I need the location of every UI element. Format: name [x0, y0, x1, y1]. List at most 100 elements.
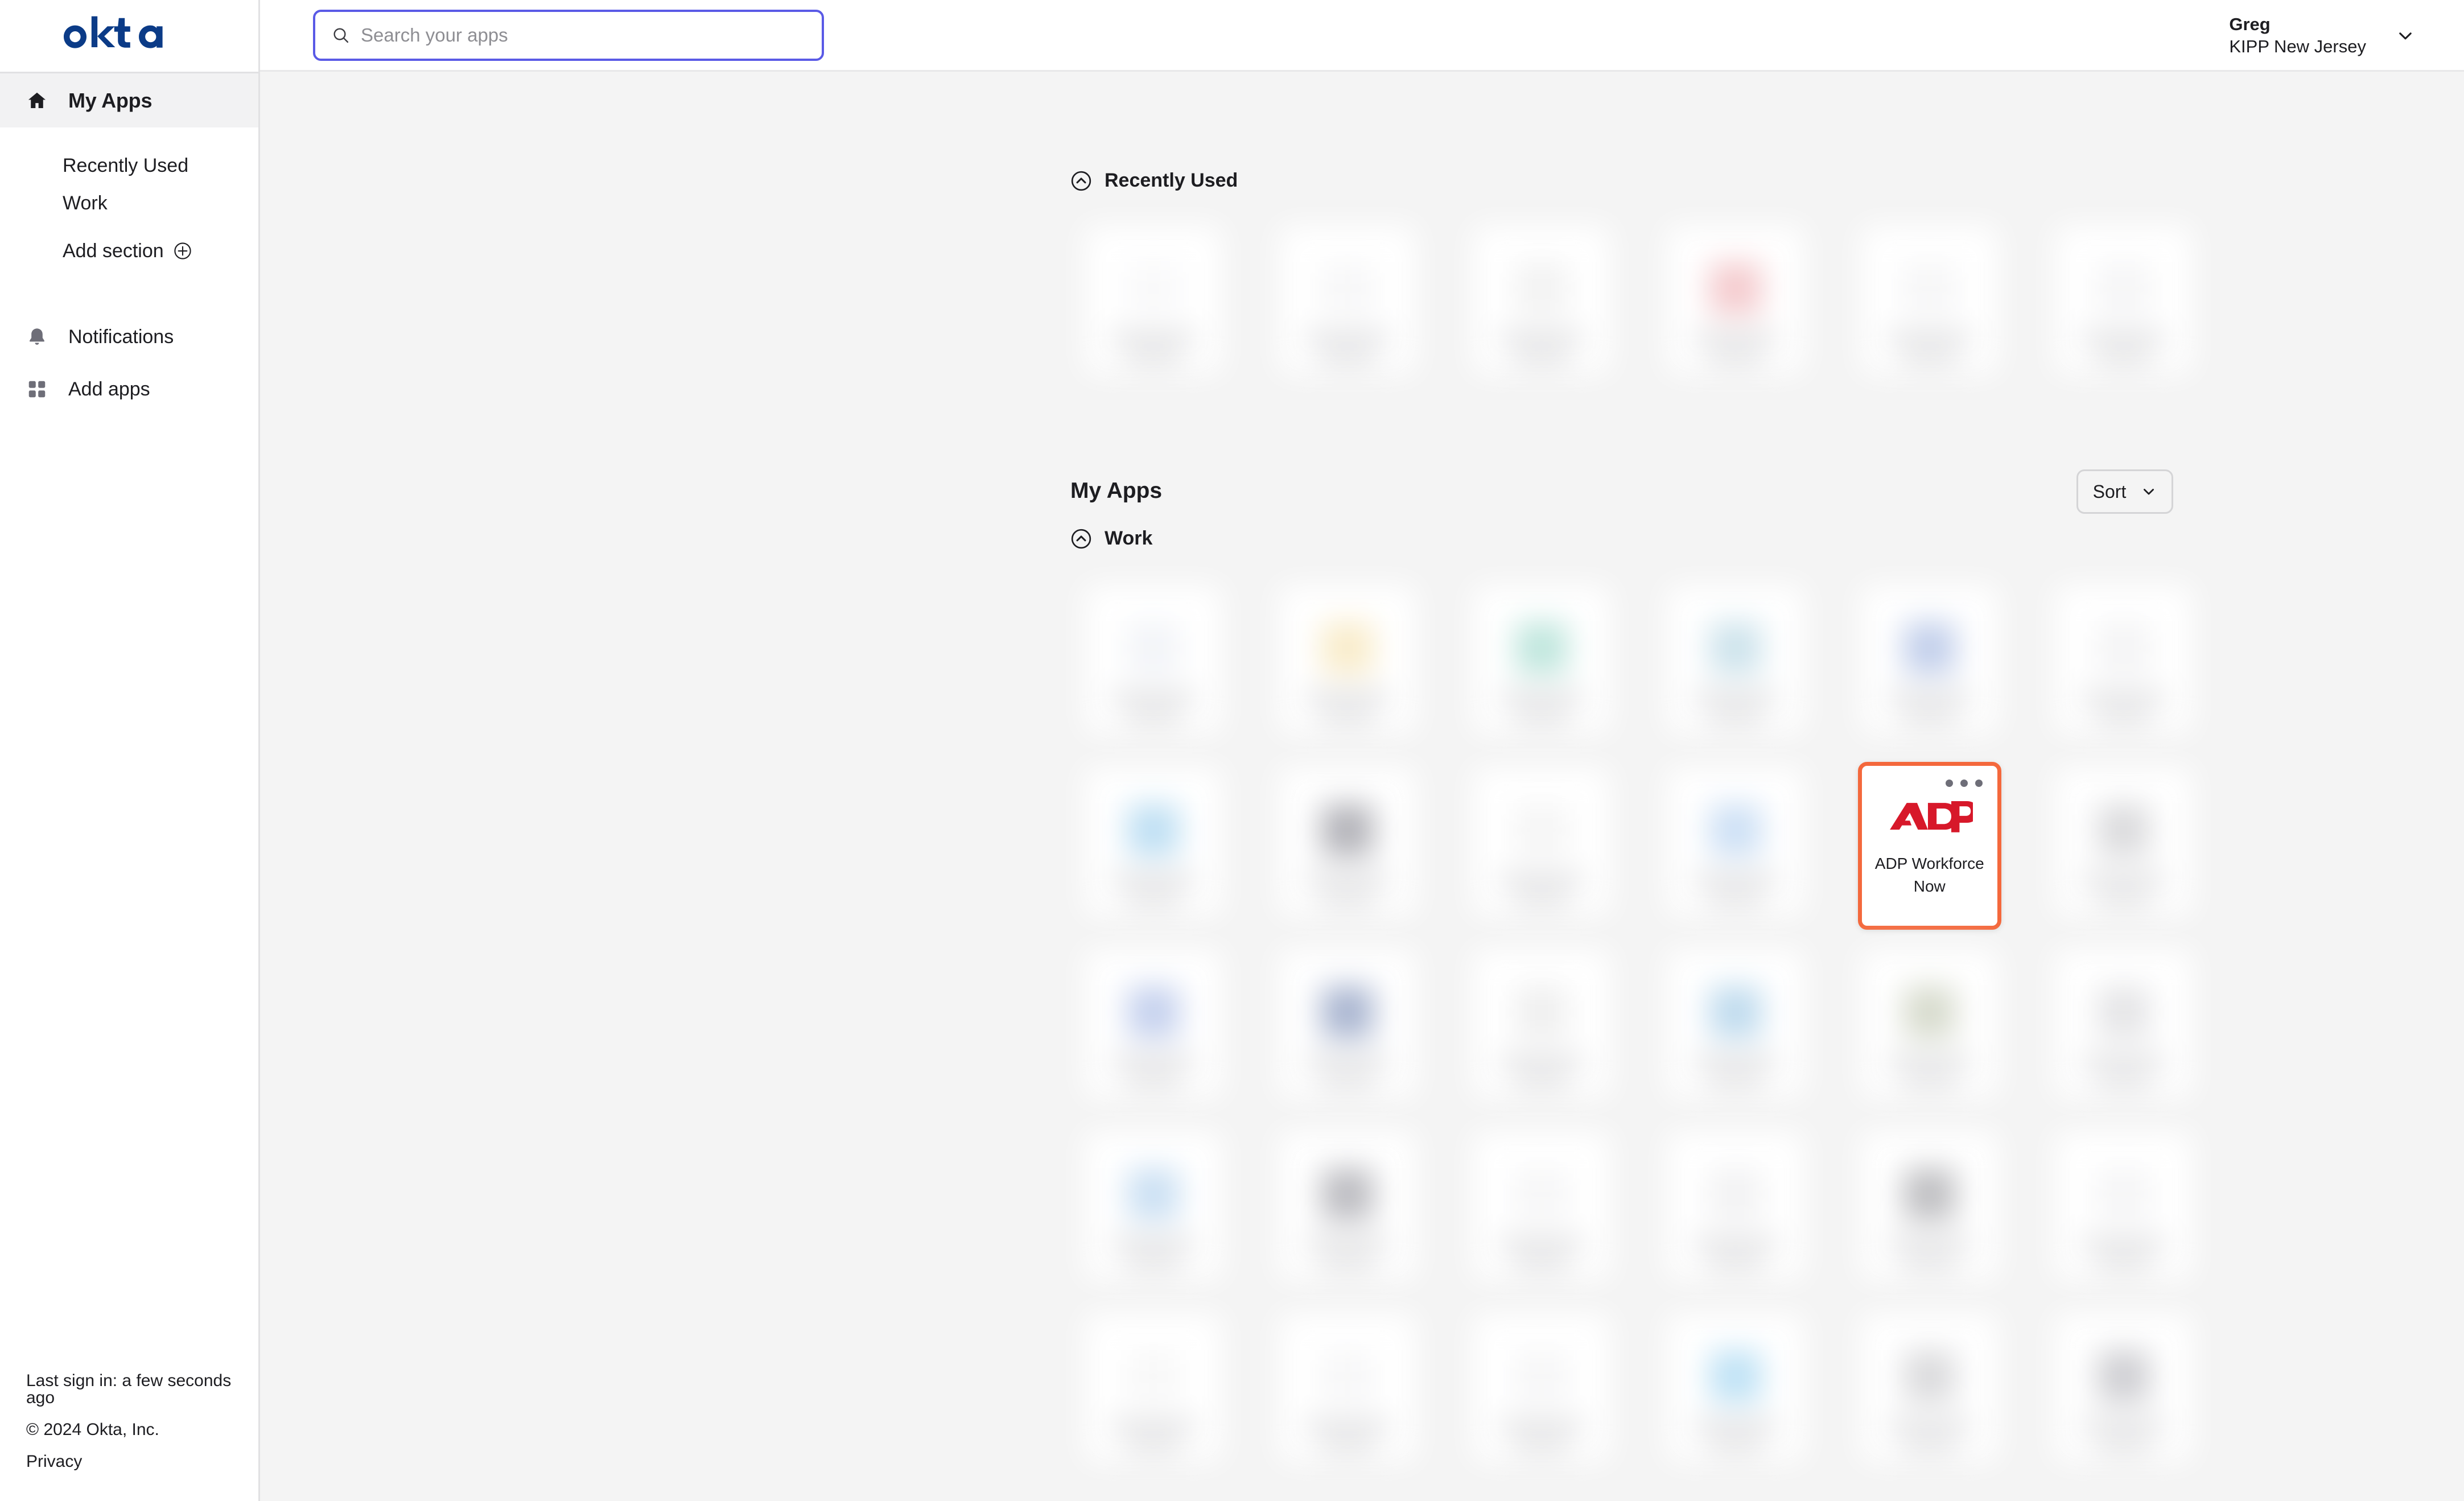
- app-tile-placeholder[interactable]: [1639, 1119, 1833, 1301]
- app-tile-card[interactable]: [1470, 580, 1613, 748]
- app-tile-placeholder[interactable]: [1832, 1301, 2026, 1483]
- app-tile-placeholder[interactable]: [1832, 572, 2026, 754]
- app-tile-placeholder[interactable]: [1639, 572, 1833, 754]
- app-tile-placeholder[interactable]: [2026, 1119, 2220, 1301]
- app-tile-card[interactable]: [1664, 944, 1807, 1112]
- app-tile-card[interactable]: [1082, 580, 1225, 748]
- app-tile-placeholder[interactable]: [2026, 213, 2220, 395]
- recently-used-section-header[interactable]: Recently Used: [1070, 170, 1238, 192]
- sort-button[interactable]: Sort: [2076, 469, 2173, 514]
- work-section-header[interactable]: Work: [1070, 527, 1152, 550]
- app-tile-card[interactable]: [2052, 1308, 2195, 1476]
- app-tile-placeholder[interactable]: [1057, 1301, 1251, 1483]
- app-tile-card[interactable]: [2052, 1126, 2195, 1294]
- sidebar-item-recently-used[interactable]: Recently Used: [0, 147, 258, 184]
- app-tile-placeholder[interactable]: [2026, 937, 2220, 1119]
- app-tile-card[interactable]: [1858, 944, 2001, 1112]
- app-tile-card[interactable]: [1664, 1126, 1807, 1294]
- app-tile-placeholder[interactable]: [1639, 937, 1833, 1119]
- ellipsis-icon[interactable]: [1945, 779, 1983, 787]
- app-tile-card[interactable]: [1470, 944, 1613, 1112]
- search-input[interactable]: [361, 24, 806, 46]
- app-tile-placeholder[interactable]: [1445, 213, 1639, 395]
- app-tile-placeholder[interactable]: [1251, 1301, 1445, 1483]
- app-tile-card[interactable]: [2052, 220, 2195, 388]
- app-tile-card[interactable]: [1858, 1126, 2001, 1294]
- app-tile-blur-layer: [1664, 1308, 1807, 1476]
- app-tile-card[interactable]: [1082, 1126, 1225, 1294]
- search-field-wrapper[interactable]: [313, 9, 824, 61]
- privacy-link[interactable]: Privacy: [26, 1453, 258, 1470]
- chevron-up-circle-icon[interactable]: [1070, 170, 1092, 192]
- app-tile-placeholder[interactable]: [1832, 213, 2026, 395]
- app-tile-placeholder[interactable]: [1445, 1119, 1639, 1301]
- app-tile-placeholder[interactable]: [1251, 1119, 1445, 1301]
- app-tile-blur-layer: [1664, 1126, 1807, 1294]
- app-tile-placeholder[interactable]: [1057, 213, 1251, 395]
- app-tile-placeholder[interactable]: [1445, 572, 1639, 754]
- sidebar-item-my-apps[interactable]: My Apps: [0, 72, 258, 127]
- app-tile-blur-layer: [2052, 944, 2195, 1112]
- app-tile-placeholder[interactable]: [1251, 754, 1445, 937]
- sidebar-item-work[interactable]: Work: [0, 184, 258, 222]
- apps-content: Recently Used My Apps Sort Work ADP Work…: [260, 72, 2464, 1501]
- app-tile-card[interactable]: [2052, 944, 2195, 1112]
- app-tile-blur-layer: [1276, 762, 1419, 930]
- app-tile-card[interactable]: [1858, 220, 2001, 388]
- app-tile-blur-layer: [1664, 580, 1807, 748]
- app-tile-card[interactable]: [1470, 762, 1613, 930]
- app-tile-blur-layer: [1082, 944, 1225, 1112]
- app-tile-adp-workforce-now[interactable]: ADP Workforce Now: [1832, 754, 2026, 937]
- sidebar-item-add-section[interactable]: Add section: [0, 232, 258, 270]
- sidebar-item-add-apps[interactable]: Add apps: [0, 363, 258, 415]
- app-tile-placeholder[interactable]: [2026, 754, 2220, 937]
- app-tile-placeholder[interactable]: [1445, 937, 1639, 1119]
- app-tile-placeholder[interactable]: [1832, 1119, 2026, 1301]
- app-tile-blur-layer: [1470, 220, 1613, 388]
- chevron-down-icon[interactable]: [2396, 26, 2415, 46]
- app-tile-card[interactable]: [1082, 944, 1225, 1112]
- app-tile-card[interactable]: [1276, 1126, 1419, 1294]
- app-tile-card[interactable]: [1276, 762, 1419, 930]
- app-tile-placeholder[interactable]: [1251, 213, 1445, 395]
- app-tile-card[interactable]: [1664, 762, 1807, 930]
- app-tile-card[interactable]: [1276, 580, 1419, 748]
- app-tile-placeholder[interactable]: [1057, 1119, 1251, 1301]
- app-tile-placeholder[interactable]: [2026, 1301, 2220, 1483]
- app-tile-card[interactable]: [1276, 1308, 1419, 1476]
- okta-logo[interactable]: [0, 0, 258, 72]
- app-tile-card[interactable]: [1470, 1126, 1613, 1294]
- user-menu[interactable]: Greg KIPP New Jersey: [2229, 0, 2415, 72]
- app-tile-card[interactable]: [1664, 580, 1807, 748]
- app-tile-card[interactable]: [1858, 1308, 2001, 1476]
- okta-my-apps-page: My Apps Recently Used Work Add section N…: [0, 0, 2464, 1501]
- app-tile-card[interactable]: [1082, 220, 1225, 388]
- app-tile-placeholder[interactable]: [1057, 937, 1251, 1119]
- app-tile-placeholder[interactable]: [1057, 572, 1251, 754]
- app-tile-placeholder[interactable]: [1445, 1301, 1639, 1483]
- app-tile-card[interactable]: [1276, 944, 1419, 1112]
- app-tile-placeholder[interactable]: [1251, 937, 1445, 1119]
- app-tile-card[interactable]: [1664, 220, 1807, 388]
- app-tile-placeholder[interactable]: [1639, 754, 1833, 937]
- sidebar-item-notifications[interactable]: Notifications: [0, 311, 258, 363]
- app-tile-card[interactable]: [1082, 762, 1225, 930]
- app-tile-placeholder[interactable]: [1832, 937, 2026, 1119]
- app-tile-card[interactable]: [1470, 1308, 1613, 1476]
- app-tile-placeholder[interactable]: [2026, 572, 2220, 754]
- app-tile-card[interactable]: [2052, 762, 2195, 930]
- app-tile-card[interactable]: [1470, 220, 1613, 388]
- app-tile-card[interactable]: [1858, 580, 2001, 748]
- app-tile-placeholder[interactable]: [1057, 754, 1251, 937]
- app-tile-placeholder[interactable]: [1251, 572, 1445, 754]
- chevron-up-circle-icon[interactable]: [1070, 528, 1092, 550]
- app-tile-card[interactable]: [1276, 220, 1419, 388]
- app-tile-card[interactable]: [1664, 1308, 1807, 1476]
- app-tile-placeholder[interactable]: [1445, 754, 1639, 937]
- app-tile-card[interactable]: ADP Workforce Now: [1857, 761, 2001, 930]
- app-tile-card[interactable]: [2052, 580, 2195, 748]
- app-tile-placeholder[interactable]: [1639, 1301, 1833, 1483]
- app-tile-placeholder[interactable]: [1639, 213, 1833, 395]
- app-tile-blur-layer: [1858, 580, 2001, 748]
- app-tile-card[interactable]: [1082, 1308, 1225, 1476]
